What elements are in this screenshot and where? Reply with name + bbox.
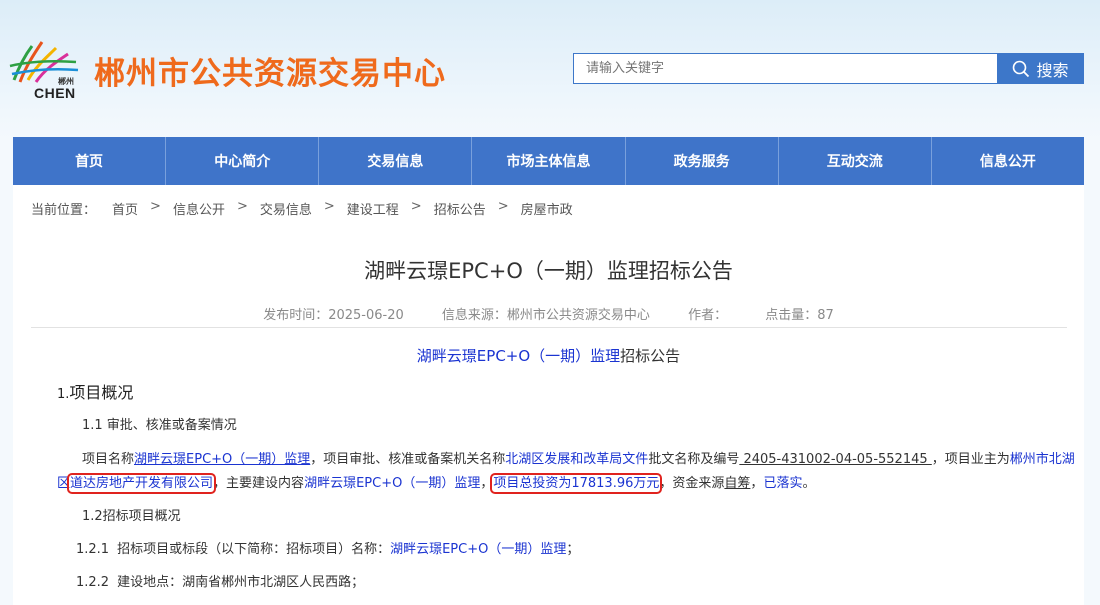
text: 资金来源: [672, 476, 725, 491]
funding-source: 自筹: [724, 476, 751, 491]
approval-authority: 北湖区发展和改革局文件: [505, 452, 649, 467]
subtitle-project-name: 湖畔云璟EPC+O（一期）监理: [416, 347, 621, 365]
site-logo[interactable]: 郴州 CHEN: [6, 36, 84, 102]
publish-label: 发布时间：: [263, 308, 329, 323]
clicks-label: 点击量：: [765, 308, 818, 323]
text: ，: [213, 476, 227, 491]
publish-value: 2025-06-20: [328, 308, 404, 323]
nav-item-gov-service[interactable]: 政务服务: [626, 137, 779, 185]
item-1-2-2: 1.2.2 建设地点：湖南省郴州市北湖区人民西路；: [76, 571, 364, 590]
article-container: 当前位置： 首页 > 信息公开 > 交易信息 > 建设工程 > 招标公告 > 房…: [13, 185, 1084, 605]
paragraph-line-1: 项目名称湖畔云璟EPC+O（一期）监理，项目审批、核准或备案机关名称北湖区发展和…: [82, 448, 1075, 467]
item-location: 建设地点：湖南省郴州市北湖区人民西路；: [117, 575, 365, 590]
breadcrumb-item-tender-notice[interactable]: 招标公告: [434, 199, 486, 218]
text: 主要建设内容: [226, 476, 305, 491]
article-title: 湖畔云璟EPC+O（一期）监理招标公告: [364, 259, 733, 283]
funding-status: 已落实: [763, 476, 803, 491]
breadcrumb-separator: >: [323, 199, 335, 214]
paragraph-line-2: 区道达房地产开发有限公司，主要建设内容湖畔云璟EPC+O（一期）监理，项目总投资…: [57, 472, 816, 494]
breadcrumb-separator: >: [497, 199, 509, 214]
breadcrumb-separator: >: [150, 199, 161, 214]
item-project-name: 湖畔云璟EPC+O（一期）监理: [390, 542, 567, 557]
subsection-project-overview: 1.2招标项目概况: [82, 509, 181, 524]
search-input[interactable]: [573, 53, 998, 84]
info-source: 信息来源：郴州市公共资源交易中心: [442, 308, 654, 323]
section-number: 1.: [57, 387, 70, 402]
breadcrumb-item-trade-info[interactable]: 交易信息: [260, 199, 312, 218]
source-label: 信息来源：: [441, 308, 507, 323]
breadcrumb-item-construction[interactable]: 建设工程: [347, 199, 399, 218]
text: ，: [659, 476, 673, 491]
nav-item-about[interactable]: 中心简介: [166, 137, 320, 185]
search-button-label: 搜索: [1036, 60, 1069, 80]
breadcrumb-lead: 当前位置：: [31, 203, 97, 218]
subsection-approval: 1.1 审批、核准或备案情况: [82, 418, 237, 433]
nav-item-trade-info[interactable]: 交易信息: [319, 137, 473, 185]
search-icon: [1013, 60, 1030, 77]
breadcrumb-item-home[interactable]: 首页: [112, 199, 138, 218]
nav-item-home[interactable]: 首页: [13, 137, 167, 185]
approval-number: 2405-431002-04-05-552145: [739, 452, 932, 467]
click-count: 点击量：87: [765, 308, 834, 323]
article-subtitle: 湖畔云璟EPC+O（一期）监理招标公告: [13, 345, 1084, 366]
publish-date: 发布时间：2025-06-20: [263, 308, 408, 323]
author-label: 作者：: [688, 308, 728, 323]
item-number: 1.2.2: [76, 575, 110, 590]
breadcrumb-item-info-public[interactable]: 信息公开: [173, 199, 225, 218]
item-1-2-1: 1.2.1 招标项目或标段（以下简称：招标项目）名称：湖畔云璟EPC+O（一期）监…: [76, 538, 579, 557]
item-end: ；: [566, 542, 580, 557]
owner-name-part1: 郴州市北湖: [1009, 452, 1075, 467]
text: ，: [480, 476, 494, 491]
author: 作者：: [688, 308, 731, 323]
text: ，: [750, 476, 764, 491]
logo-text: CHEN: [34, 85, 76, 101]
breadcrumb-separator: >: [236, 199, 248, 214]
section-title: 项目概况: [69, 383, 134, 402]
text: ，项目业主为: [931, 452, 1010, 467]
nav-item-interaction[interactable]: 互动交流: [779, 137, 932, 185]
text: ，项目审批、核准或备案机关名称: [310, 452, 506, 467]
site-title[interactable]: 郴州市公共资源交易中心: [94, 48, 446, 93]
divider: [31, 327, 1067, 328]
nav-item-market-entity[interactable]: 市场主体信息: [472, 137, 626, 185]
breadcrumb-item-housing[interactable]: 房屋市政: [521, 199, 573, 218]
main-nav: 首页 中心简介 交易信息 市场主体信息 政务服务 互动交流 信息公开: [13, 137, 1084, 185]
text: 批文名称及编号: [648, 452, 740, 467]
section-heading-overview: 1.项目概况: [57, 379, 133, 403]
article-meta: 发布时间：2025-06-20 信息来源：郴州市公共资源交易中心 作者： 点击量…: [13, 304, 1084, 323]
breadcrumb-separator: >: [410, 199, 422, 214]
construction-content: 湖畔云璟EPC+O（一期）监理: [304, 476, 481, 491]
item-label: 招标项目或标段（以下简称：招标项目）名称：: [117, 542, 391, 557]
source-value: 郴州市公共资源交易中心: [506, 308, 650, 323]
clicks-value: 87: [817, 308, 834, 323]
search-button[interactable]: 搜索: [997, 53, 1084, 84]
owner-name-part2: 区: [57, 476, 71, 491]
nav-item-info-public[interactable]: 信息公开: [932, 137, 1084, 185]
project-name-link: 湖畔云璟EPC+O（一期）监理: [134, 452, 311, 467]
total-investment-highlight: 项目总投资为17813.96万元: [490, 473, 663, 494]
item-number: 1.2.1: [76, 542, 110, 557]
subtitle-suffix: 招标公告: [620, 347, 681, 365]
text: 。: [802, 476, 816, 491]
site-header: 郴州 CHEN 郴州市公共资源交易中心 搜索: [0, 0, 1100, 137]
text: 项目名称: [82, 452, 135, 467]
breadcrumb: 当前位置： 首页 > 信息公开 > 交易信息 > 建设工程 > 招标公告 > 房…: [31, 199, 573, 218]
owner-company-highlight: 道达房地产开发有限公司: [67, 473, 217, 494]
